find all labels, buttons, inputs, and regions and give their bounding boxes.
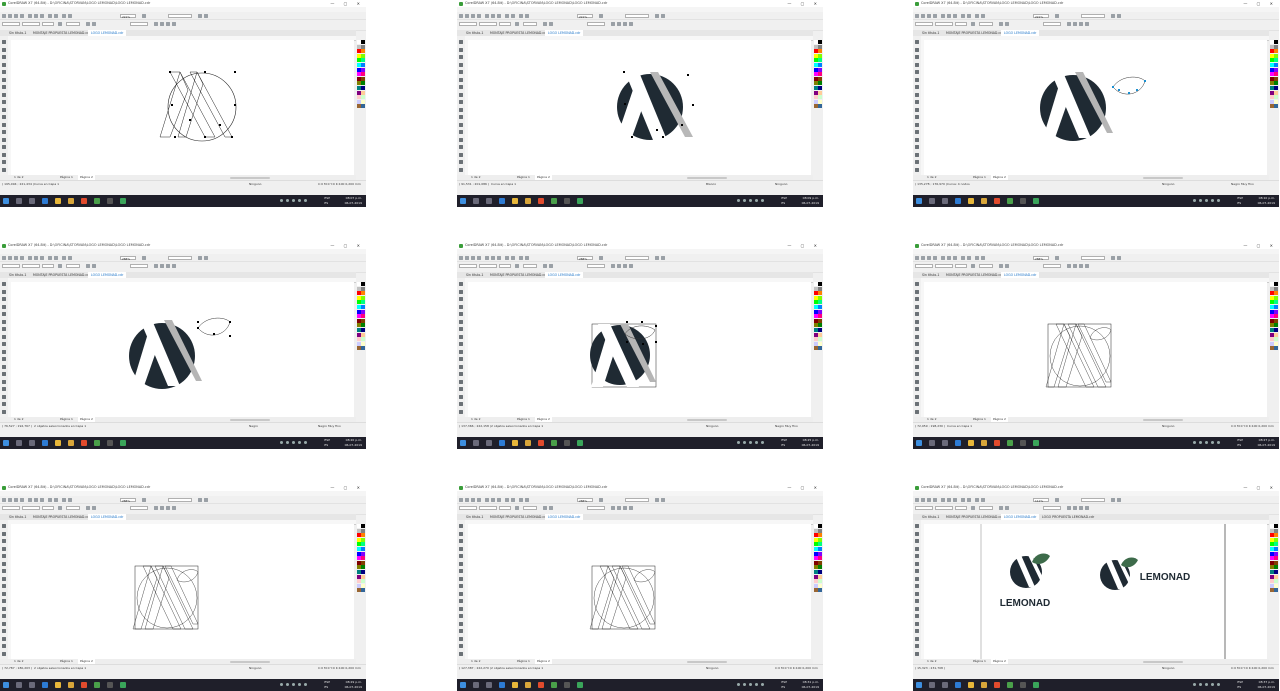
letter-stroke[interactable] — [589, 565, 615, 630]
screenshot-3: CorelDRAW X7 (64-Bit) - D:\OFICINA\STORV… — [913, 0, 1279, 207]
artwork[interactable]: LEMONAD LEMONAD — [980, 524, 1226, 659]
node-handle[interactable] — [641, 321, 643, 323]
node-handle[interactable] — [692, 104, 694, 106]
screenshot-5: CorelDRAW X7 (64-Bit) - D:\OFICINA\STORV… — [457, 242, 823, 449]
screenshot-9: CorelDRAW X7 (64-Bit) - D:\OFICINA\STORV… — [913, 484, 1279, 691]
node-handle[interactable] — [656, 129, 658, 131]
node-handle[interactable] — [213, 333, 215, 335]
node-handle[interactable] — [687, 74, 689, 76]
screenshot-6: CorelDRAW X7 (64-Bit) - D:\OFICINA\STORV… — [913, 242, 1279, 449]
node-handle[interactable] — [631, 136, 633, 138]
artwork[interactable] — [590, 321, 657, 388]
node-handle[interactable] — [655, 325, 657, 327]
letter-stroke[interactable] — [1045, 323, 1071, 388]
letter-stroke[interactable] — [154, 565, 194, 630]
node-handle[interactable] — [204, 71, 206, 73]
letter-stroke[interactable] — [144, 565, 170, 630]
node-handle[interactable] — [1112, 86, 1114, 88]
circle-outline[interactable] — [136, 567, 198, 629]
letter-stroke[interactable] — [132, 565, 158, 630]
canvas-art: LEMONAD LEMONAD — [980, 524, 1226, 659]
leaf-curve[interactable] — [1089, 327, 1112, 341]
canvas-art — [1045, 323, 1112, 388]
node-handle[interactable] — [1128, 92, 1130, 94]
leaf-curve[interactable] — [176, 569, 199, 583]
letter-stroke[interactable] — [601, 565, 627, 630]
node-handle[interactable] — [204, 136, 206, 138]
node-handle[interactable] — [624, 103, 626, 105]
node-handle[interactable] — [197, 327, 199, 329]
canvas-art — [132, 565, 199, 630]
node-handle[interactable] — [655, 341, 657, 343]
letter-stroke[interactable] — [159, 71, 189, 138]
artwork[interactable] — [617, 71, 694, 140]
screenshot-2: CorelDRAW X7 (64-Bit) - D:\OFICINA\STORV… — [457, 0, 823, 207]
circle-outline[interactable] — [1049, 325, 1111, 387]
canvas-art — [617, 71, 694, 140]
artwork[interactable] — [1040, 72, 1146, 141]
screenshot-8: CorelDRAW X7 (64-Bit) - D:\OFICINA\STORV… — [457, 484, 823, 691]
letter-stroke[interactable] — [1077, 323, 1112, 383]
node-handle[interactable] — [189, 119, 191, 121]
artwork[interactable] — [129, 317, 231, 389]
leaf-icon[interactable] — [1032, 553, 1050, 564]
canvas-art — [129, 317, 231, 389]
node-handle[interactable] — [231, 136, 233, 138]
artwork[interactable] — [1045, 323, 1112, 388]
leaf-curve[interactable] — [197, 317, 231, 336]
node-handle[interactable] — [234, 104, 236, 106]
node-handle[interactable] — [169, 71, 171, 73]
artwork[interactable] — [132, 565, 199, 630]
artwork[interactable] — [159, 71, 237, 142]
node-handle[interactable] — [1118, 89, 1120, 91]
node-handle[interactable] — [229, 321, 231, 323]
leaf-icon[interactable] — [1121, 557, 1138, 568]
artwork[interactable] — [589, 565, 656, 630]
node-handle[interactable] — [681, 124, 683, 126]
canvas-art — [1040, 72, 1146, 141]
circle-outline[interactable] — [167, 72, 237, 142]
letter-stroke[interactable] — [1067, 323, 1107, 388]
circle-outline[interactable] — [593, 567, 655, 629]
canvas-art — [590, 321, 657, 388]
letter-stroke[interactable] — [611, 565, 651, 630]
node-handle[interactable] — [626, 341, 628, 343]
screenshot-1: CorelDRAW X7 (64-Bit) - D:\OFICINA\STORV… — [0, 0, 366, 207]
node-handle[interactable] — [229, 335, 231, 337]
node-handle[interactable] — [662, 136, 664, 138]
node-handle[interactable] — [623, 71, 625, 73]
canvas-art — [589, 565, 656, 630]
letter-stroke[interactable] — [164, 565, 199, 625]
node-handle[interactable] — [234, 71, 236, 73]
screenshot-4: CorelDRAW X7 (64-Bit) - D:\OFICINA\STORV… — [0, 242, 366, 449]
node-handle[interactable] — [1144, 80, 1146, 82]
leaf-curve[interactable] — [633, 569, 656, 583]
node-handle[interactable] — [626, 321, 628, 323]
node-handle[interactable] — [197, 321, 199, 323]
screenshot-7: CorelDRAW X7 (64-Bit) - D:\OFICINA\STORV… — [0, 484, 366, 691]
letter-stroke[interactable] — [1057, 323, 1083, 388]
leaf-curve[interactable] — [1112, 76, 1146, 95]
node-handle[interactable] — [171, 104, 173, 106]
canvas-art — [159, 71, 237, 142]
node-handle[interactable] — [1136, 89, 1138, 91]
logo-wordmark: LEMONAD — [1000, 598, 1051, 609]
node-handle[interactable] — [174, 136, 176, 138]
node-handle[interactable] — [642, 343, 644, 345]
letter-stroke[interactable] — [621, 565, 656, 625]
logo-wordmark: LEMONAD — [1140, 572, 1191, 583]
letter-stroke[interactable] — [177, 71, 204, 138]
node-handle[interactable] — [219, 124, 221, 126]
